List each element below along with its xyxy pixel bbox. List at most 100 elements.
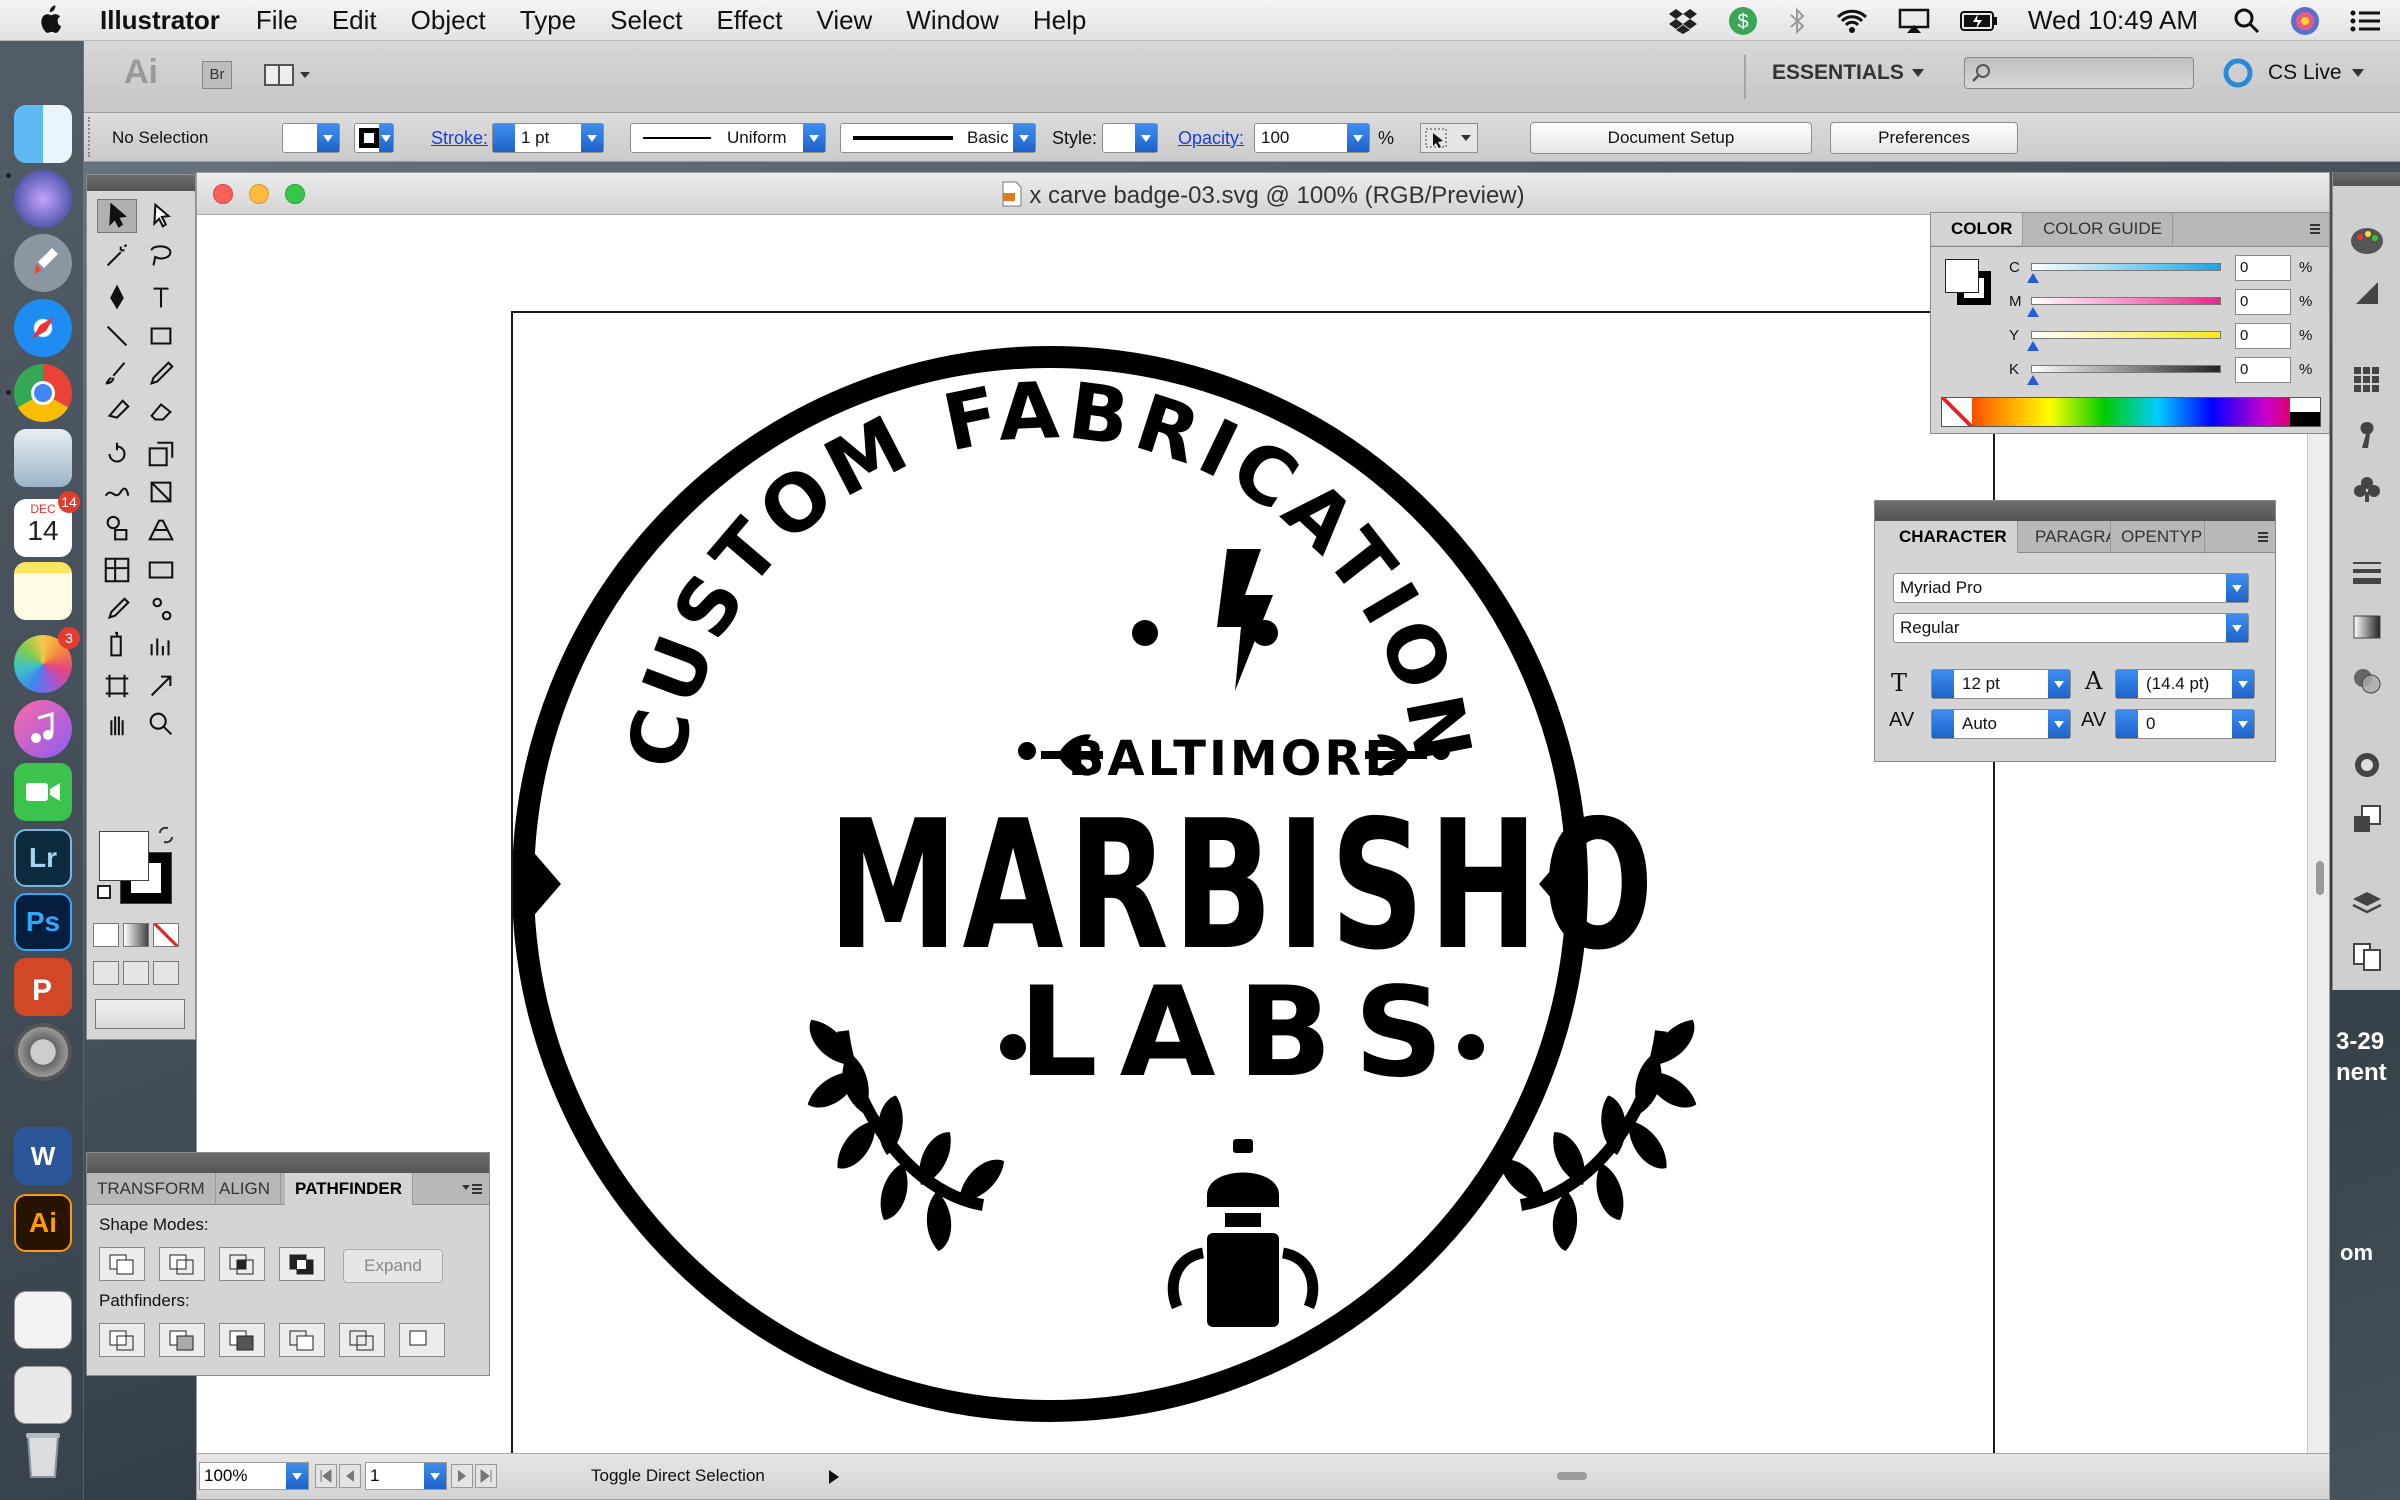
opacity-field[interactable]: 100 [1254,123,1370,153]
photoshop-icon[interactable]: Ps [14,893,72,951]
tab-color[interactable]: COLOR [1931,213,2024,245]
powerpoint-icon[interactable]: P [14,958,72,1016]
kerning-stepper[interactable] [1932,710,1954,738]
finder-icon[interactable] [6,105,72,178]
artboard-number-field[interactable]: 1 [365,1462,447,1490]
shape-exclude-button[interactable] [279,1247,325,1281]
character-panel-grip[interactable] [1875,501,2275,521]
fill-swatch[interactable] [99,831,149,881]
black-swatch[interactable] [2290,412,2320,426]
badge-artwork[interactable]: CUSTOM FABRICATION BALTIMORE MARBISHO LA… [513,313,1993,1457]
expand-button[interactable]: Expand [343,1249,443,1283]
last-artboard-button[interactable] [475,1464,497,1488]
layers-panel-icon[interactable] [2349,886,2385,920]
blob-brush-tool[interactable] [97,395,137,429]
font-size-field[interactable]: 12 pt [1931,669,2071,699]
calendar-icon[interactable]: DEC 14 14 [14,491,80,557]
siri-icon[interactable] [14,170,72,228]
blend-tool[interactable] [141,593,181,627]
bluetooth-icon[interactable] [1788,7,1806,35]
fill-color-dropdown[interactable] [282,123,340,153]
tracking-stepper[interactable] [2116,710,2138,738]
kerning-field[interactable]: Auto [1931,709,2071,739]
type-tool[interactable] [141,281,181,315]
stroke-link[interactable]: Stroke: [431,122,488,154]
menu-file[interactable]: File [256,5,298,36]
system-preferences-icon[interactable] [14,1023,72,1081]
workspace-switcher[interactable]: ESSENTIALS [1772,61,1926,85]
slice-tool[interactable] [141,669,181,703]
none-swatch-icon[interactable] [1942,398,1972,426]
color-channel-value[interactable]: 0 [2235,289,2291,315]
document-title-bar[interactable]: x carve badge-03.svg @ 100% (RGB/Preview… [197,173,2329,215]
color-channel-value[interactable]: 0 [2235,357,2291,383]
tab-opentype[interactable]: OPENTYP [2111,521,2205,553]
selection-tool[interactable] [97,199,137,233]
color-channel-slider-handle[interactable] [2027,273,2039,283]
document-setup-button[interactable]: Document Setup [1530,122,1812,154]
draw-inside-button[interactable] [153,961,179,985]
select-similar-button[interactable] [1420,123,1478,153]
tab-color-guide[interactable]: COLOR GUIDE [2033,213,2174,245]
color-channel-value[interactable]: 0 [2235,255,2291,281]
shape-builder-tool[interactable] [97,513,137,547]
stroke-weight-stepper[interactable] [493,124,515,152]
app-menu[interactable]: Illustrator [100,5,220,36]
eraser-tool[interactable] [141,395,181,429]
transparency-panel-icon[interactable] [2349,664,2385,698]
shape-intersect-button[interactable] [219,1247,265,1281]
zoom-field[interactable]: 100% [199,1462,309,1490]
gradient-mode-button[interactable] [123,923,149,947]
menu-type[interactable]: Type [520,5,576,36]
symbol-sprayer-tool[interactable] [97,629,137,663]
color-channel-slider[interactable] [2031,365,2221,373]
pathfinder-trim-button[interactable] [159,1323,205,1357]
color-channel-value[interactable]: 0 [2235,323,2291,349]
color-channel-slider-handle[interactable] [2027,375,2039,385]
battery-icon[interactable] [1959,10,1998,32]
tab-align[interactable]: ALIGN [209,1173,282,1205]
airplay-icon[interactable] [1898,8,1930,34]
zoom-tool[interactable] [141,707,181,741]
pathfinder-outline-button[interactable] [339,1323,385,1357]
artboard-tool[interactable] [97,669,137,703]
variable-width-profile-dropdown[interactable]: Uniform [630,123,826,153]
direct-selection-tool[interactable] [141,199,181,233]
next-artboard-button[interactable] [451,1464,473,1488]
column-graph-tool[interactable] [141,629,181,663]
shape-unite-button[interactable] [99,1247,145,1281]
free-transform-tool[interactable] [141,475,181,509]
menu-edit[interactable]: Edit [332,5,377,36]
tracking-field[interactable]: 0 [2115,709,2255,739]
notes-icon[interactable] [14,562,72,620]
horizontal-scrollbar-thumb[interactable] [1557,1472,1587,1480]
rotate-tool[interactable] [97,437,137,471]
pathfinder-minus-back-button[interactable] [399,1323,445,1357]
opacity-link[interactable]: Opacity: [1178,122,1244,154]
line-segment-tool[interactable] [97,319,137,353]
first-artboard-button[interactable] [315,1464,337,1488]
mesh-tool[interactable] [97,553,137,587]
previous-artboard-button[interactable] [339,1464,361,1488]
gradient-tool[interactable] [141,553,181,587]
menu-window[interactable]: Window [906,5,998,36]
menu-effect[interactable]: Effect [716,5,782,36]
draw-normal-button[interactable] [93,961,119,985]
pathfinder-crop-button[interactable] [279,1323,325,1357]
menu-clock[interactable]: Wed 10:49 AM [2028,5,2198,36]
white-swatch[interactable] [2290,398,2320,412]
eyedropper-tool[interactable] [97,593,137,627]
perspective-grid-tool[interactable] [141,513,181,547]
swap-fill-stroke-icon[interactable] [157,825,177,845]
paintbrush-tool[interactable] [97,357,137,391]
swatches-icon[interactable] [2349,362,2385,396]
draw-behind-button[interactable] [123,961,149,985]
dollar-icon[interactable]: $ [1728,6,1758,36]
color-spectrum-bar[interactable] [1941,397,2321,427]
scale-tool[interactable] [141,437,181,471]
illustrator-icon[interactable]: Ai [14,1194,72,1252]
safari-icon[interactable] [14,299,72,357]
document-stack-icon[interactable] [14,1291,72,1349]
downloads-stack-icon[interactable] [14,1366,72,1424]
spotlight-search-icon[interactable] [2234,8,2260,34]
